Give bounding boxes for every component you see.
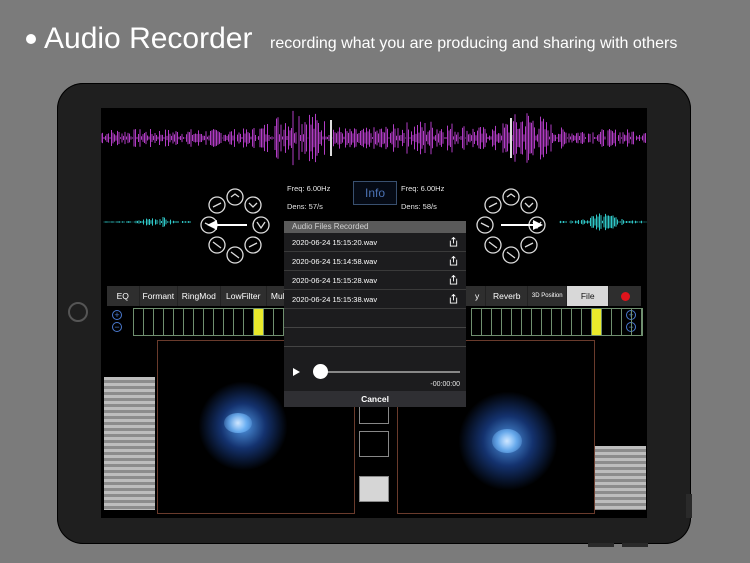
- headline-title: Audio Recorder: [44, 22, 253, 55]
- app-screen: Freq: 6.00Hz Dens: 57/s Freq: 6.00Hz Den…: [101, 108, 647, 518]
- home-button[interactable]: [68, 302, 88, 322]
- pad-button[interactable]: [359, 431, 389, 457]
- file-name: 2020-06-24 15:15:38.wav: [292, 294, 378, 304]
- left-minus-icon[interactable]: −: [112, 322, 122, 332]
- play-icon[interactable]: [292, 367, 302, 377]
- empty-row: [284, 328, 466, 347]
- file-row[interactable]: 2020-06-24 15:15:38.wav: [284, 290, 466, 309]
- playback-slider[interactable]: [320, 371, 460, 373]
- record-button[interactable]: [609, 286, 641, 306]
- file-name: 2020-06-24 15:15:28.wav: [292, 275, 378, 285]
- file-row[interactable]: 2020-06-24 15:15:20.wav: [284, 233, 466, 252]
- right-pitch-slider[interactable]: [595, 446, 646, 510]
- empty-row: [284, 309, 466, 328]
- share-icon[interactable]: [449, 256, 458, 266]
- file-row[interactable]: 2020-06-24 15:14:58.wav: [284, 252, 466, 271]
- pad-button-active[interactable]: [359, 476, 389, 502]
- file-name: 2020-06-24 15:15:20.wav: [292, 237, 378, 247]
- playhead-left[interactable]: [330, 120, 332, 156]
- file-name: 2020-06-24 15:14:58.wav: [292, 256, 378, 266]
- share-icon[interactable]: [449, 275, 458, 285]
- volume-button: [588, 543, 614, 547]
- playback-time: -00:00:00: [430, 381, 460, 388]
- side-button: [686, 494, 692, 518]
- recorded-files-dialog: Audio Files Recorded 2020-06-24 15:15:20…: [284, 221, 466, 407]
- tab-3d-position[interactable]: 3D Position: [528, 286, 567, 306]
- left-freq-label: Freq: 6.00Hz: [287, 184, 331, 193]
- playback-slider-thumb[interactable]: [313, 364, 328, 379]
- right-level-meter[interactable]: [471, 308, 643, 336]
- file-row[interactable]: 2020-06-24 15:15:28.wav: [284, 271, 466, 290]
- info-button[interactable]: Info: [353, 181, 397, 205]
- left-dens-label: Dens: 57/s: [287, 202, 323, 211]
- share-icon[interactable]: [449, 294, 458, 304]
- tab-eq[interactable]: EQ: [107, 286, 140, 306]
- share-icon[interactable]: [449, 237, 458, 247]
- tab-lowfilter[interactable]: LowFilter: [221, 286, 267, 306]
- cancel-button[interactable]: Cancel: [284, 391, 466, 407]
- right-mini-waveform: [559, 213, 647, 231]
- left-plus-icon[interactable]: +: [112, 310, 122, 320]
- playhead-right[interactable]: [510, 118, 512, 158]
- right-jog-wheel[interactable]: [471, 185, 551, 267]
- tab-file[interactable]: File: [566, 286, 610, 306]
- left-mini-waveform: [103, 216, 191, 228]
- right-dens-label: Dens: 58/s: [401, 202, 437, 211]
- dialog-title: Audio Files Recorded: [284, 221, 466, 233]
- tab-delay[interactable]: y: [469, 286, 487, 306]
- left-jog-wheel[interactable]: [197, 185, 273, 267]
- tab-formant[interactable]: Formant: [140, 286, 179, 306]
- record-icon: [620, 291, 630, 301]
- tab-reverb[interactable]: Reverb: [486, 286, 529, 306]
- headline-subtitle: recording what you are producing and sha…: [270, 35, 678, 52]
- main-waveform[interactable]: [101, 108, 647, 168]
- right-particle-core: [492, 429, 522, 453]
- tab-ringmod[interactable]: RingMod: [178, 286, 221, 306]
- headline: Audio Recorder: [26, 22, 252, 56]
- left-pitch-slider[interactable]: [104, 377, 155, 510]
- right-freq-label: Freq: 6.00Hz: [401, 184, 445, 193]
- bullet-icon: [26, 34, 36, 44]
- left-particle-core: [224, 413, 252, 433]
- volume-button: [622, 543, 648, 547]
